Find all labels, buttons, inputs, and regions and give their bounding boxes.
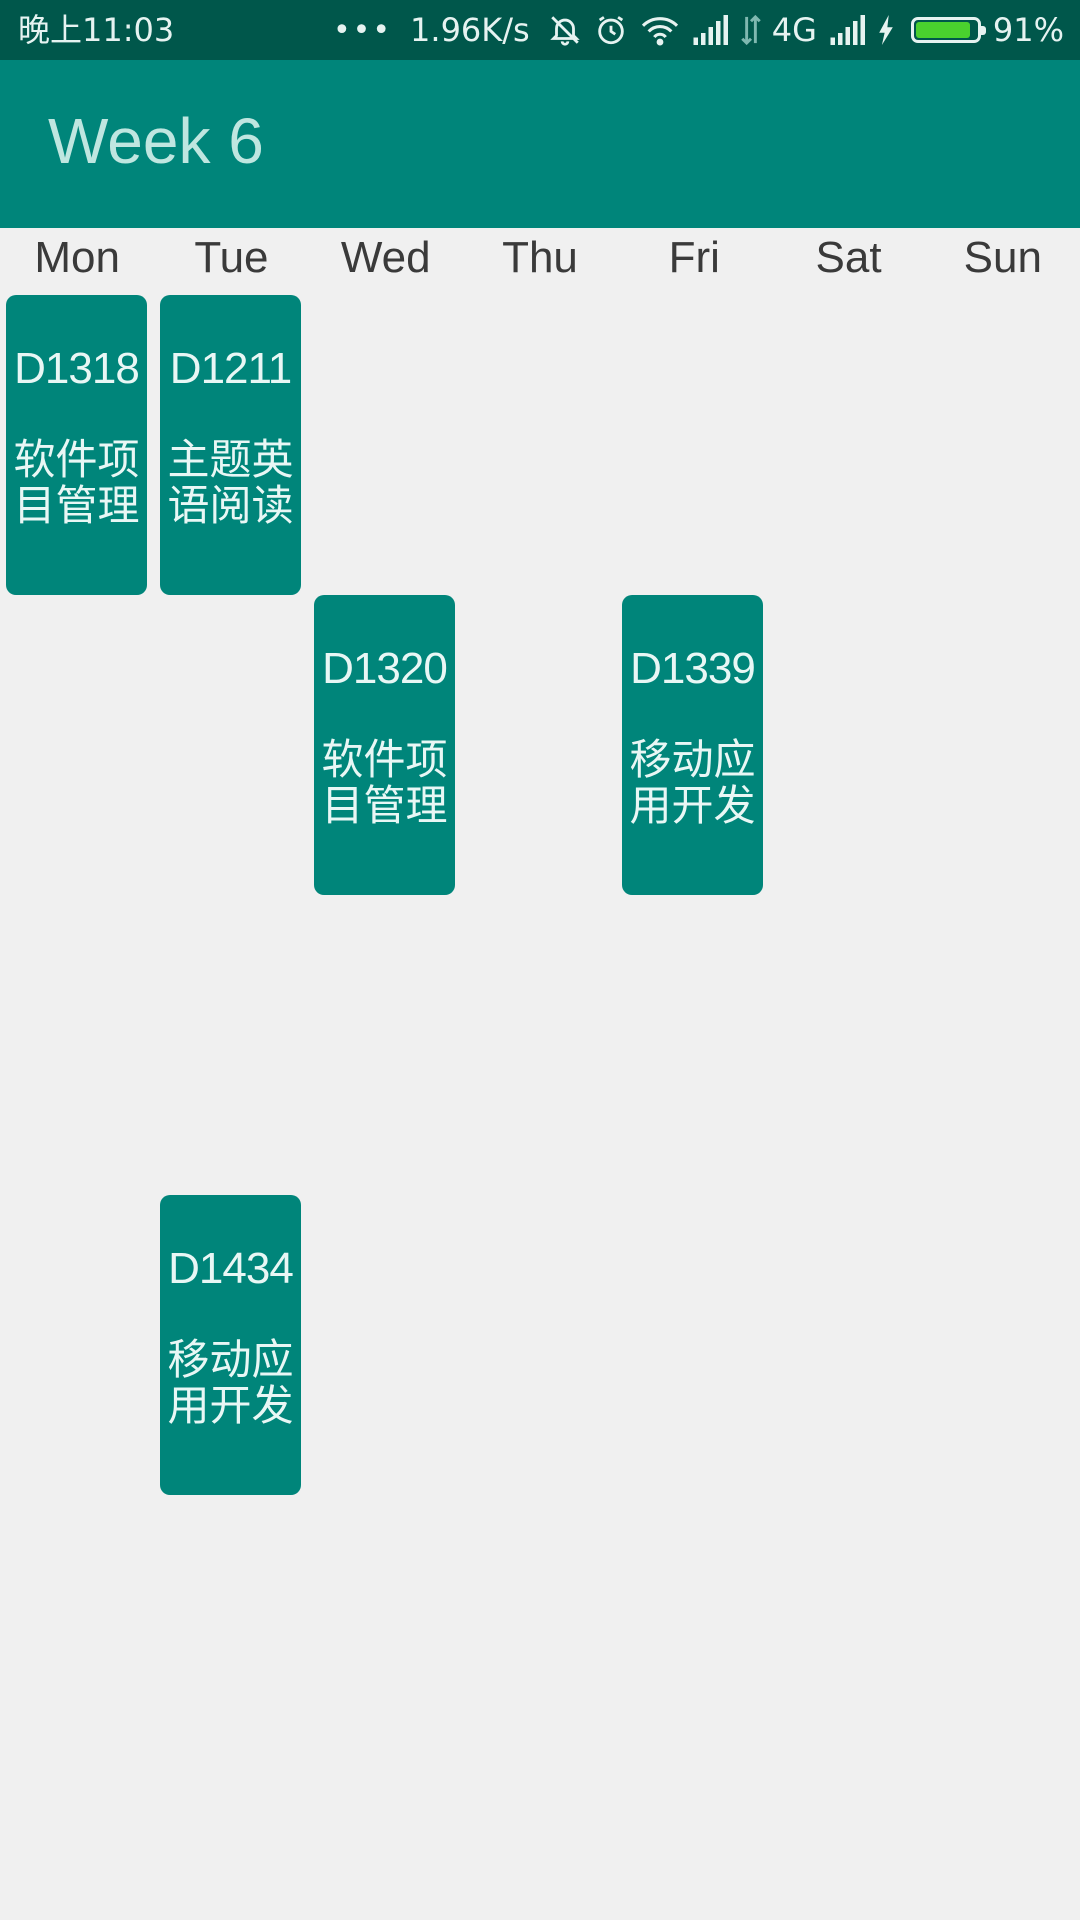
course-name: 移动应用开发	[167, 1335, 294, 1430]
day-header-tue: Tue	[194, 233, 269, 282]
course-name: 软件项目管理	[13, 435, 140, 530]
course-room: D1211	[169, 344, 292, 393]
battery-percent: 91%	[992, 11, 1064, 49]
app-bar: Week 6	[0, 60, 1080, 228]
notifications-off-icon	[548, 13, 582, 47]
status-icons: ••• 1.96K/s 4G 91%	[333, 8, 1064, 52]
course-card[interactable]: D1320 软件项目管理	[314, 595, 455, 895]
course-name: 软件项目管理	[321, 735, 448, 830]
course-name: 主题英语阅读	[167, 435, 294, 530]
course-card[interactable]: D1434 移动应用开发	[160, 1195, 301, 1495]
page-title: Week 6	[48, 105, 264, 177]
day-header-fri: Fri	[668, 233, 720, 282]
signal-icon	[692, 15, 728, 45]
battery-icon	[910, 17, 986, 43]
course-card[interactable]: D1318 软件项目管理	[6, 295, 147, 595]
days-header: Mon Tue Wed Thu Fri Sat Sun	[0, 228, 1080, 290]
wifi-icon	[640, 13, 680, 47]
alarm-icon	[594, 13, 628, 47]
day-header-wed: Wed	[340, 233, 431, 282]
day-header-mon: Mon	[34, 233, 120, 282]
status-time: 晚上11:03	[18, 11, 175, 49]
data-arrows-icon	[740, 14, 762, 46]
day-header-thu: Thu	[502, 233, 578, 282]
course-room: D1339	[630, 644, 756, 693]
network-speed: 1.96K/s	[410, 11, 530, 49]
day-header-sat: Sat	[815, 233, 882, 282]
course-room: D1318	[14, 344, 140, 393]
course-room: D1434	[168, 1244, 294, 1293]
course-room: D1320	[322, 644, 448, 693]
course-card[interactable]: D1211 主题英语阅读	[160, 295, 301, 595]
signal-icon	[829, 15, 865, 45]
course-name: 移动应用开发	[629, 735, 756, 830]
charging-icon	[877, 15, 895, 45]
day-header-sun: Sun	[963, 233, 1042, 282]
more-dots-icon: •••	[332, 12, 393, 48]
course-card[interactable]: D1339 移动应用开发	[622, 595, 763, 895]
battery-level	[915, 22, 971, 38]
status-bar: 晚上11:03 ••• 1.96K/s 4G 91%	[0, 0, 1080, 60]
network-type: 4G	[771, 11, 817, 49]
